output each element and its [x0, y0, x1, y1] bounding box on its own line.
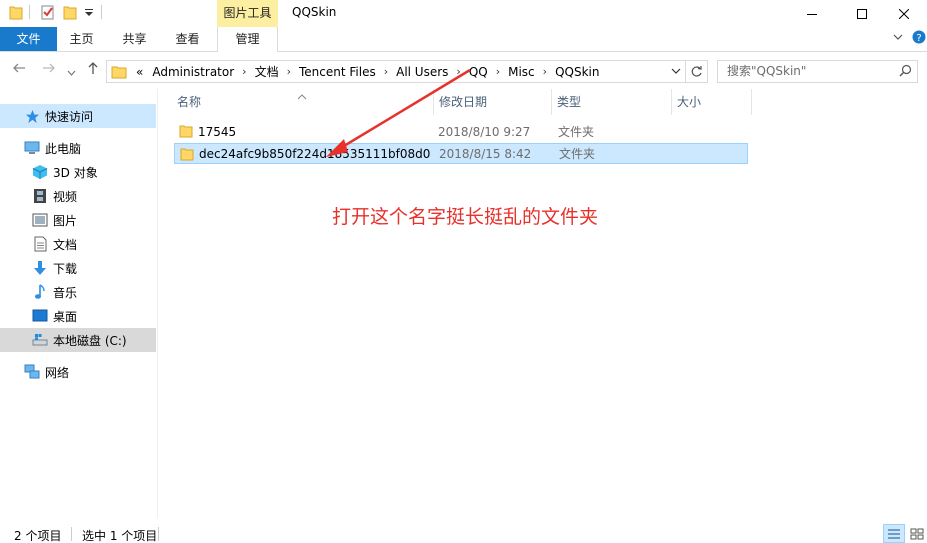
large-icons-view-icon	[910, 528, 924, 539]
item-count: 2 个项目	[14, 529, 62, 543]
divider	[158, 527, 159, 541]
large-icons-view-button[interactable]	[906, 524, 927, 543]
details-view-icon	[888, 528, 900, 539]
status-bar: 2 个项目 选中 1 个项目	[0, 518, 927, 543]
details-view-button[interactable]	[883, 524, 905, 543]
annotation-text: 打开这个名字挺长挺乱的文件夹	[332, 206, 599, 228]
annotation-arrow-icon	[326, 68, 471, 157]
divider	[71, 527, 72, 541]
selection-count: 选中 1 个项目	[82, 529, 158, 543]
